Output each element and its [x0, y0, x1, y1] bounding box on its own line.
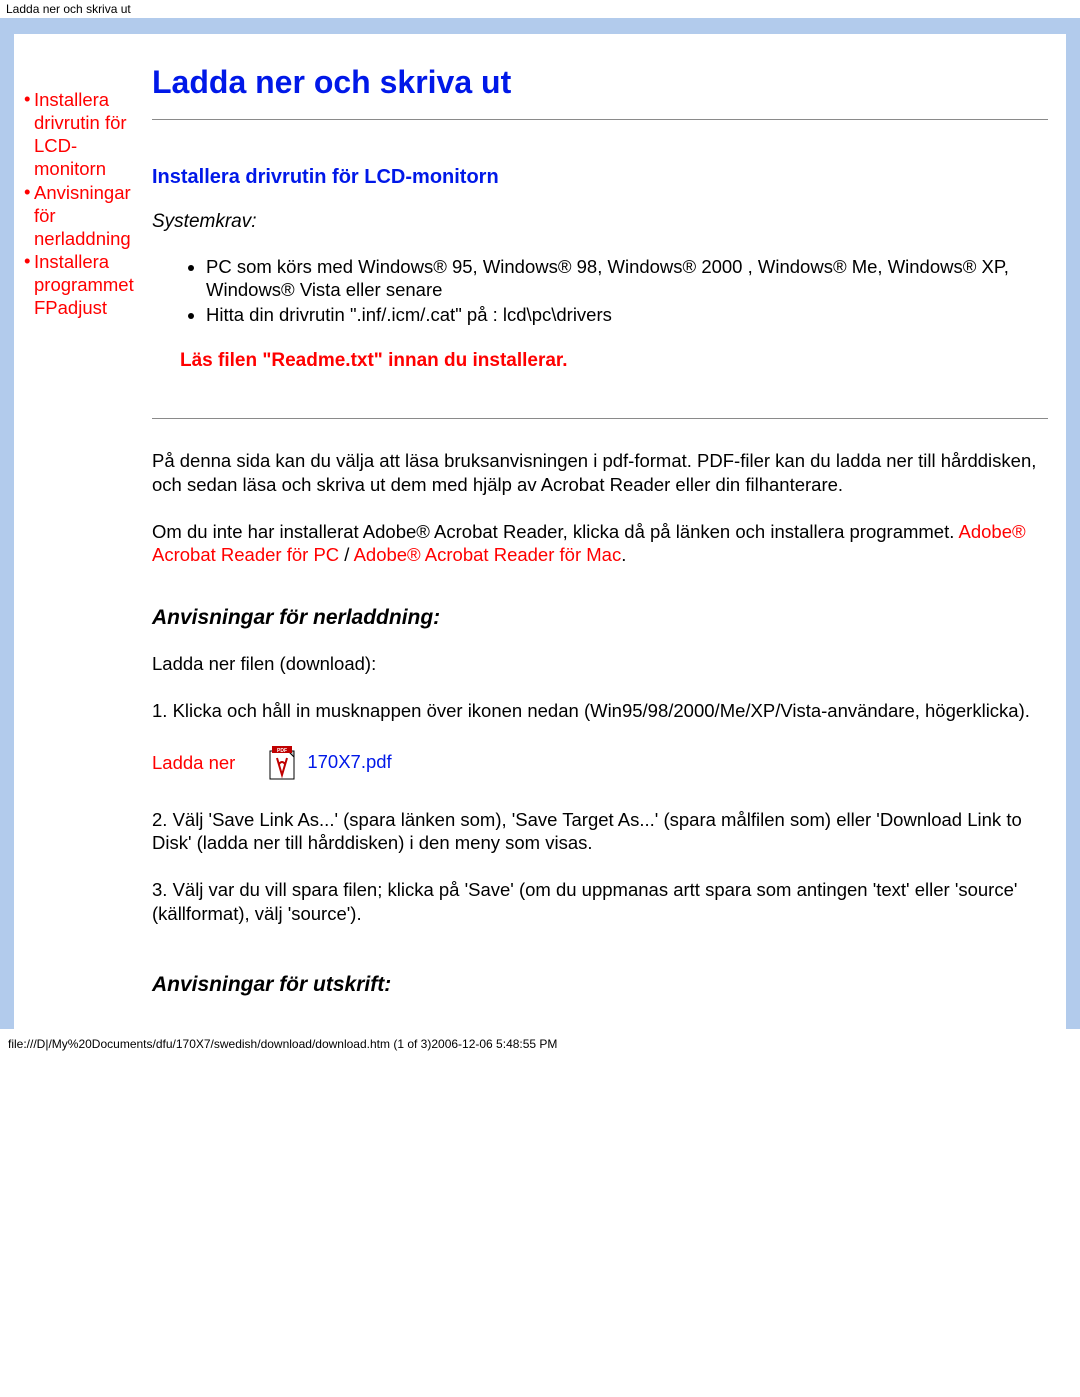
- paragraph: 1. Klicka och håll in musknappen över ik…: [152, 699, 1048, 722]
- pdf-download-link[interactable]: PDF 170X7.pdf: [269, 746, 391, 780]
- page-title: Ladda ner och skriva ut: [152, 64, 1048, 101]
- section1-subhead: Systemkrav:: [152, 211, 1048, 233]
- download-label: Ladda ner: [152, 752, 235, 774]
- nav-sidebar: •Installera drivrutin för LCD-monitorn •…: [24, 64, 148, 1019]
- svg-text:PDF: PDF: [277, 748, 287, 754]
- readme-warning: Läs filen "Readme.txt" innan du installe…: [152, 350, 1048, 372]
- paragraph: Ladda ner filen (download):: [152, 652, 1048, 675]
- link-acrobat-mac[interactable]: Adobe® Acrobat Reader för Mac: [354, 544, 622, 565]
- pdf-filename: 170X7.pdf: [307, 751, 391, 772]
- nav-link-fpadjust[interactable]: Installera programmet FPadjust: [34, 250, 136, 319]
- outer-frame: •Installera drivrutin för LCD-monitorn •…: [0, 18, 1080, 1029]
- white-page: •Installera drivrutin för LCD-monitorn •…: [14, 34, 1066, 1029]
- period: .: [621, 544, 626, 565]
- paragraph: 3. Välj var du vill spara filen; klicka …: [152, 878, 1048, 924]
- list-item: Hitta din drivrutin ".inf/.icm/.cat" på …: [206, 303, 1048, 326]
- divider: [152, 418, 1048, 419]
- nav-bullet: •: [24, 181, 34, 203]
- paragraph: 2. Välj 'Save Link As...' (spara länken …: [152, 808, 1048, 854]
- divider: [152, 119, 1048, 120]
- download-row: Ladda ner PDF 170X7.pdf: [152, 746, 1048, 780]
- section1-heading: Installera drivrutin för LCD-monitorn: [152, 166, 1048, 189]
- main-content: Ladda ner och skriva ut Installera drivr…: [148, 64, 1056, 1019]
- nav-link-install[interactable]: Installera drivrutin för LCD-monitorn: [34, 88, 136, 181]
- paragraph-text: Om du inte har installerat Adobe® Acroba…: [152, 521, 959, 542]
- pdf-icon: PDF: [269, 746, 299, 780]
- footer-strip: file:///D|/My%20Documents/dfu/170X7/swed…: [0, 1029, 1080, 1057]
- requirements-list: PC som körs med Windows® 95, Windows® 98…: [152, 255, 1048, 326]
- nav-bullet: •: [24, 250, 34, 272]
- print-heading: Anvisningar för utskrift:: [152, 973, 1048, 997]
- separator: /: [339, 544, 353, 565]
- nav-link-download[interactable]: Anvisningar för nerladdning: [34, 181, 136, 250]
- header-strip: Ladda ner och skriva ut: [0, 0, 1080, 18]
- paragraph: På denna sida kan du välja att läsa bruk…: [152, 449, 1048, 495]
- download-heading: Anvisningar för nerladdning:: [152, 606, 1048, 630]
- nav-bullet: •: [24, 88, 34, 110]
- list-item: PC som körs med Windows® 95, Windows® 98…: [206, 255, 1048, 301]
- paragraph: Om du inte har installerat Adobe® Acroba…: [152, 520, 1048, 566]
